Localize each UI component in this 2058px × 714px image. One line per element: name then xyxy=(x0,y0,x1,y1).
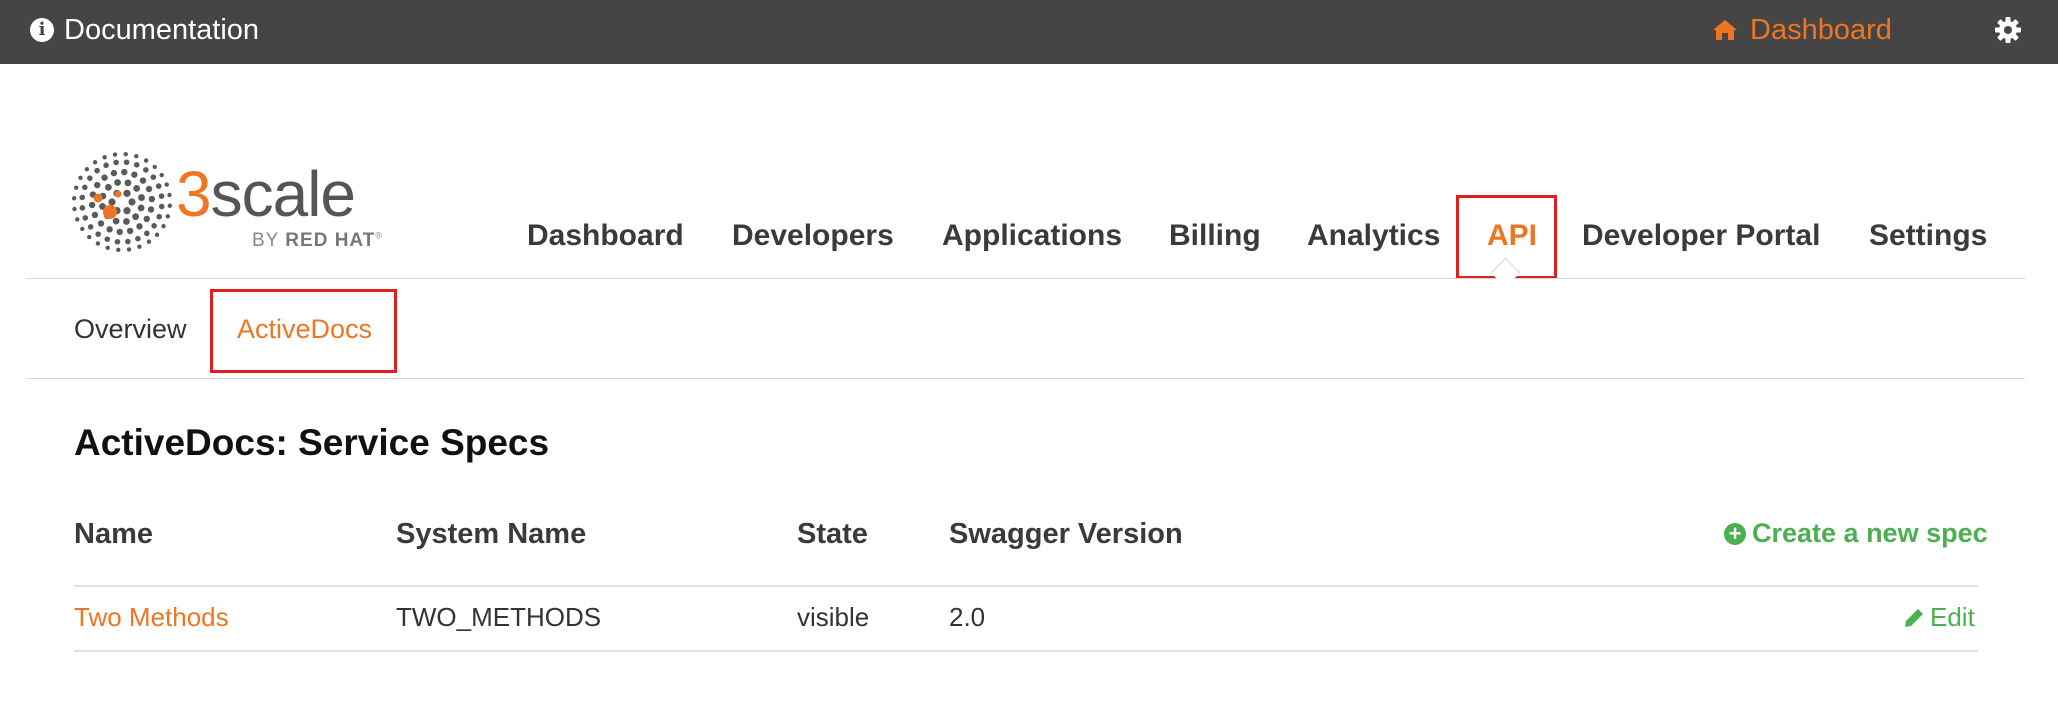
spec-state: visible xyxy=(797,602,870,632)
logo-tagline: BY RED HAT® xyxy=(252,230,383,251)
dashboard-label: Dashboard xyxy=(1750,13,1892,46)
edit-spec-link[interactable]: Edit xyxy=(1904,602,1975,633)
gear-icon[interactable] xyxy=(1994,16,2022,44)
create-new-spec-link[interactable]: + Create a new spec xyxy=(1724,518,1988,549)
sub-nav-divider xyxy=(26,378,2025,379)
nav-billing[interactable]: Billing xyxy=(1169,196,1261,276)
plus-circle-icon: + xyxy=(1724,522,1746,545)
logo-wordmark: 3scale xyxy=(176,158,356,230)
column-header-name: Name xyxy=(74,518,153,550)
home-icon xyxy=(1713,20,1737,40)
activedocs-highlight-box xyxy=(210,289,397,373)
documentation-link[interactable]: i Documentation xyxy=(30,0,259,60)
nav-settings[interactable]: Settings xyxy=(1869,196,1987,276)
info-icon: i xyxy=(30,18,54,42)
spec-system-name: TWO_METHODS xyxy=(396,602,602,632)
spec-name-link[interactable]: Two Methods xyxy=(74,602,229,633)
table-header-divider xyxy=(74,585,1978,587)
edit-label: Edit xyxy=(1930,602,1975,632)
main-nav-divider xyxy=(26,278,2025,279)
create-new-spec-label: Create a new spec xyxy=(1752,518,1988,548)
column-header-swagger-version: Swagger Version xyxy=(949,518,1183,550)
nav-developer-portal[interactable]: Developer Portal xyxy=(1582,196,1820,276)
3scale-logo[interactable]: 3scale BY RED HAT® xyxy=(72,150,422,260)
nav-developers[interactable]: Developers xyxy=(732,196,894,276)
page-title: ActiveDocs: Service Specs xyxy=(74,422,550,463)
top-bar: i Documentation Dashboard xyxy=(0,0,2058,64)
table-row-divider xyxy=(74,650,1978,652)
dashboard-link[interactable]: Dashboard xyxy=(1712,0,1892,60)
documentation-label: Documentation xyxy=(64,13,260,46)
column-header-system-name: System Name xyxy=(396,518,587,550)
nav-dashboard[interactable]: Dashboard xyxy=(527,196,684,276)
pencil-icon xyxy=(1905,608,1923,627)
column-header-state: State xyxy=(797,518,868,550)
nav-applications[interactable]: Applications xyxy=(942,196,1122,276)
nav-analytics[interactable]: Analytics xyxy=(1307,196,1440,276)
spec-swagger-version: 2.0 xyxy=(949,602,986,632)
subnav-overview[interactable]: Overview xyxy=(74,306,187,352)
logo-dots-icon xyxy=(72,151,173,252)
